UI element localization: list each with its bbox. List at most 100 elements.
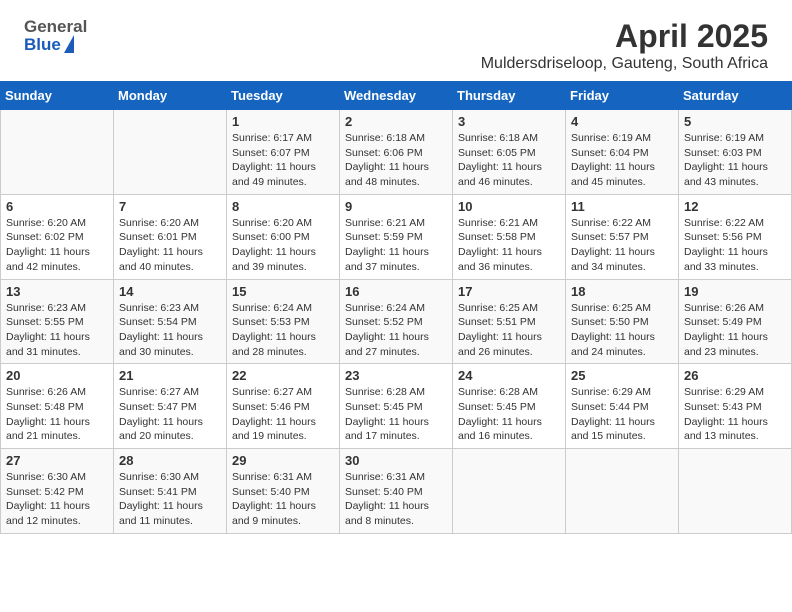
day-number: 30 <box>345 453 447 468</box>
calendar-cell: 30 Sunrise: 6:31 AM Sunset: 5:40 PM Dayli… <box>340 449 453 534</box>
month-title: April 2025 <box>481 18 768 55</box>
calendar-cell: 21Sunrise: 6:27 AM Sunset: 5:47 PM Dayli… <box>114 364 227 449</box>
day-info: Sunrise: 6:19 AM Sunset: 6:04 PM Dayligh… <box>571 131 673 190</box>
day-number: 28 <box>119 453 221 468</box>
calendar-cell: 11 Sunrise: 6:22 AM Sunset: 5:57 PM Dayli… <box>566 194 679 279</box>
calendar-cell: 18 Sunrise: 6:25 AM Sunset: 5:50 PM Dayli… <box>566 279 679 364</box>
day-info: Sunrise: 6:25 AM Sunset: 5:51 PM Dayligh… <box>458 301 560 360</box>
logo: General Blue <box>24 18 87 54</box>
calendar-week-3: 13 Sunrise: 6:23 AM Sunset: 5:55 PM Dayli… <box>1 279 792 364</box>
day-info: Sunrise: 6:21 AM Sunset: 5:59 PM Dayligh… <box>345 216 447 275</box>
calendar-cell: 26 Sunrise: 6:29 AM Sunset: 5:43 PM Dayli… <box>679 364 792 449</box>
day-info: Sunrise: 6:31 AM Sunset: 5:40 PM Dayligh… <box>232 470 334 529</box>
day-number: 13 <box>6 284 108 299</box>
day-number: 15 <box>232 284 334 299</box>
calendar-cell: 13 Sunrise: 6:23 AM Sunset: 5:55 PM Dayli… <box>1 279 114 364</box>
calendar-cell: 14 Sunrise: 6:23 AM Sunset: 5:54 PM Dayli… <box>114 279 227 364</box>
calendar-cell: 15 Sunrise: 6:24 AM Sunset: 5:53 PM Dayli… <box>227 279 340 364</box>
day-number: 4 <box>571 114 673 129</box>
day-info: Sunrise: 6:30 AM Sunset: 5:42 PM Dayligh… <box>6 470 108 529</box>
day-info: Sunrise: 6:20 AM Sunset: 6:02 PM Dayligh… <box>6 216 108 275</box>
day-of-week-monday: Monday <box>114 82 227 110</box>
day-number: 2 <box>345 114 447 129</box>
day-number: 7 <box>119 199 221 214</box>
calendar-cell <box>566 449 679 534</box>
calendar-body: 1 Sunrise: 6:17 AM Sunset: 6:07 PM Daylig… <box>1 110 792 534</box>
calendar-cell: 20Sunrise: 6:26 AM Sunset: 5:48 PM Dayli… <box>1 364 114 449</box>
day-info: Sunrise: 6:31 AM Sunset: 5:40 PM Dayligh… <box>345 470 447 529</box>
calendar-cell <box>114 110 227 195</box>
header: General Blue April 2025 Muldersdriseloop… <box>0 0 792 81</box>
day-info: Sunrise: 6:29 AM Sunset: 5:43 PM Dayligh… <box>684 385 786 444</box>
day-info: Sunrise: 6:21 AM Sunset: 5:58 PM Dayligh… <box>458 216 560 275</box>
calendar-cell: 25Sunrise: 6:29 AM Sunset: 5:44 PM Dayli… <box>566 364 679 449</box>
calendar-cell: 4 Sunrise: 6:19 AM Sunset: 6:04 PM Daylig… <box>566 110 679 195</box>
day-info: Sunrise: 6:24 AM Sunset: 5:53 PM Dayligh… <box>232 301 334 360</box>
calendar-week-2: 6 Sunrise: 6:20 AM Sunset: 6:02 PM Daylig… <box>1 194 792 279</box>
day-number: 19 <box>684 284 786 299</box>
calendar-cell: 7 Sunrise: 6:20 AM Sunset: 6:01 PM Daylig… <box>114 194 227 279</box>
calendar-cell: 23 Sunrise: 6:28 AM Sunset: 5:45 PM Dayli… <box>340 364 453 449</box>
calendar-cell: 3 Sunrise: 6:18 AM Sunset: 6:05 PM Daylig… <box>453 110 566 195</box>
calendar-cell: 16Sunrise: 6:24 AM Sunset: 5:52 PM Dayli… <box>340 279 453 364</box>
logo-triangle-icon <box>64 35 74 53</box>
calendar-cell: 5Sunrise: 6:19 AM Sunset: 6:03 PM Daylig… <box>679 110 792 195</box>
calendar-cell: 1 Sunrise: 6:17 AM Sunset: 6:07 PM Daylig… <box>227 110 340 195</box>
location-title: Muldersdriseloop, Gauteng, South Africa <box>481 55 768 73</box>
day-number: 5 <box>684 114 786 129</box>
day-number: 11 <box>571 199 673 214</box>
calendar-cell: 24Sunrise: 6:28 AM Sunset: 5:45 PM Dayli… <box>453 364 566 449</box>
calendar-cell: 29 Sunrise: 6:31 AM Sunset: 5:40 PM Dayli… <box>227 449 340 534</box>
day-info: Sunrise: 6:23 AM Sunset: 5:54 PM Dayligh… <box>119 301 221 360</box>
calendar-week-4: 20Sunrise: 6:26 AM Sunset: 5:48 PM Dayli… <box>1 364 792 449</box>
days-of-week-row: SundayMondayTuesdayWednesdayThursdayFrid… <box>1 82 792 110</box>
day-number: 9 <box>345 199 447 214</box>
day-info: Sunrise: 6:23 AM Sunset: 5:55 PM Dayligh… <box>6 301 108 360</box>
day-number: 14 <box>119 284 221 299</box>
calendar-cell <box>679 449 792 534</box>
calendar-cell: 10 Sunrise: 6:21 AM Sunset: 5:58 PM Dayli… <box>453 194 566 279</box>
calendar-cell: 12Sunrise: 6:22 AM Sunset: 5:56 PM Dayli… <box>679 194 792 279</box>
calendar-week-1: 1 Sunrise: 6:17 AM Sunset: 6:07 PM Daylig… <box>1 110 792 195</box>
day-of-week-saturday: Saturday <box>679 82 792 110</box>
day-number: 27 <box>6 453 108 468</box>
day-info: Sunrise: 6:22 AM Sunset: 5:57 PM Dayligh… <box>571 216 673 275</box>
title-block: April 2025 Muldersdriseloop, Gauteng, So… <box>481 18 768 73</box>
day-of-week-sunday: Sunday <box>1 82 114 110</box>
day-number: 22 <box>232 368 334 383</box>
calendar-cell: 6 Sunrise: 6:20 AM Sunset: 6:02 PM Daylig… <box>1 194 114 279</box>
logo-blue: Blue <box>24 36 61 53</box>
day-info: Sunrise: 6:17 AM Sunset: 6:07 PM Dayligh… <box>232 131 334 190</box>
calendar-cell <box>453 449 566 534</box>
day-number: 6 <box>6 199 108 214</box>
calendar-cell: 22Sunrise: 6:27 AM Sunset: 5:46 PM Dayli… <box>227 364 340 449</box>
day-number: 1 <box>232 114 334 129</box>
day-info: Sunrise: 6:26 AM Sunset: 5:48 PM Dayligh… <box>6 385 108 444</box>
day-of-week-wednesday: Wednesday <box>340 82 453 110</box>
day-number: 17 <box>458 284 560 299</box>
day-of-week-thursday: Thursday <box>453 82 566 110</box>
day-info: Sunrise: 6:18 AM Sunset: 6:05 PM Dayligh… <box>458 131 560 190</box>
day-number: 12 <box>684 199 786 214</box>
day-info: Sunrise: 6:20 AM Sunset: 6:01 PM Dayligh… <box>119 216 221 275</box>
day-number: 8 <box>232 199 334 214</box>
day-info: Sunrise: 6:28 AM Sunset: 5:45 PM Dayligh… <box>345 385 447 444</box>
calendar-cell: 8 Sunrise: 6:20 AM Sunset: 6:00 PM Daylig… <box>227 194 340 279</box>
day-number: 10 <box>458 199 560 214</box>
day-info: Sunrise: 6:30 AM Sunset: 5:41 PM Dayligh… <box>119 470 221 529</box>
calendar-cell: 19Sunrise: 6:26 AM Sunset: 5:49 PM Dayli… <box>679 279 792 364</box>
calendar-cell: 2 Sunrise: 6:18 AM Sunset: 6:06 PM Daylig… <box>340 110 453 195</box>
day-number: 26 <box>684 368 786 383</box>
day-number: 18 <box>571 284 673 299</box>
day-number: 16 <box>345 284 447 299</box>
calendar-cell: 9 Sunrise: 6:21 AM Sunset: 5:59 PM Daylig… <box>340 194 453 279</box>
day-number: 3 <box>458 114 560 129</box>
day-number: 23 <box>345 368 447 383</box>
day-number: 25 <box>571 368 673 383</box>
day-number: 29 <box>232 453 334 468</box>
day-info: Sunrise: 6:18 AM Sunset: 6:06 PM Dayligh… <box>345 131 447 190</box>
day-info: Sunrise: 6:25 AM Sunset: 5:50 PM Dayligh… <box>571 301 673 360</box>
day-info: Sunrise: 6:20 AM Sunset: 6:00 PM Dayligh… <box>232 216 334 275</box>
calendar-cell <box>1 110 114 195</box>
day-number: 24 <box>458 368 560 383</box>
